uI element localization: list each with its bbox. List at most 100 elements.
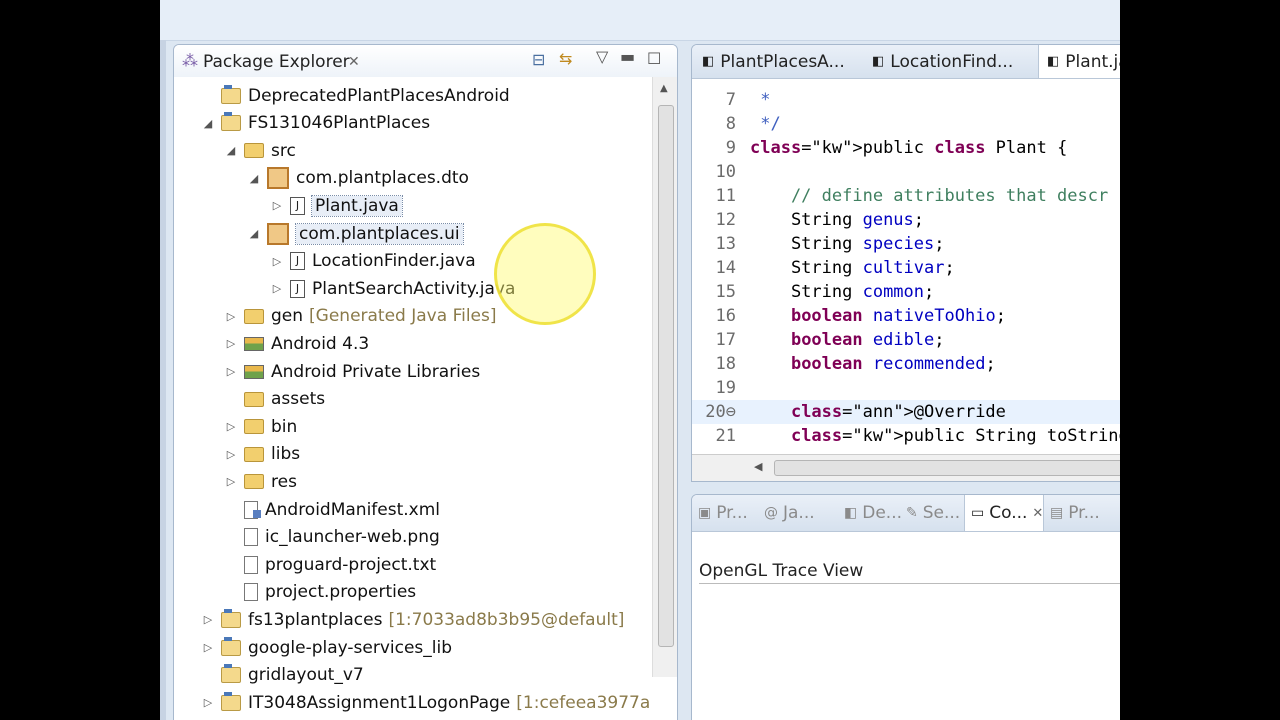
tree-item[interactable]: project.properties	[224, 579, 416, 606]
expand-twisty-icon[interactable]: ▷	[224, 475, 238, 488]
java-file-icon: J	[290, 252, 305, 271]
folder-icon	[244, 391, 264, 407]
tree-item[interactable]: ◢ src	[224, 137, 296, 164]
tree-item[interactable]: ▷ gen [Generated Java Files]	[224, 303, 497, 330]
tab-plantplacesactivity[interactable]: ◧ PlantPlacesA...	[692, 45, 862, 78]
java-file-icon: J	[290, 279, 305, 298]
scroll-up-icon[interactable]: ▲	[660, 83, 668, 94]
expand-twisty-icon[interactable]: ▷	[270, 255, 284, 268]
folder-icon	[244, 419, 264, 435]
expand-twisty-icon[interactable]: ▷	[270, 199, 284, 212]
expand-twisty-icon[interactable]: ▷	[270, 282, 284, 295]
tree-item[interactable]: ▷ IT3048Assignment1LogonPage [1:cefeea3977…	[201, 689, 652, 716]
bottom-tab[interactable]: ✎ Se...	[900, 495, 962, 531]
tree-vertical-scrollbar[interactable]: ▲	[652, 77, 677, 677]
tree-item[interactable]: gridlayout_v7	[201, 662, 364, 689]
code-line[interactable]: 12 String genus;	[692, 208, 925, 232]
editor-horizontal-scrollbar[interactable]: ◀	[692, 454, 1120, 481]
scrollbar-thumb[interactable]	[658, 105, 674, 647]
tree-item[interactable]: ◢ FS131046PlantPlaces	[201, 110, 430, 137]
expand-twisty-icon[interactable]: ▷	[224, 420, 238, 433]
tree-item[interactable]: AndroidManifest.xml	[224, 496, 440, 523]
bottom-tab[interactable]: @ Ja...	[758, 495, 820, 531]
package-icon	[267, 167, 289, 190]
close-icon[interactable]: ✕	[1032, 506, 1043, 521]
tab-plant-java[interactable]: ◧ Plant.ja	[1038, 45, 1120, 78]
bottom-tab[interactable]: ▭ Co... ✕	[964, 495, 1044, 531]
tree-item[interactable]: ▷ libs	[224, 441, 300, 468]
tree-item[interactable]: ▷ Android Private Libraries	[224, 358, 480, 385]
tree-item[interactable]: ▷ google-play-services_lib	[201, 634, 452, 661]
line-number: 17	[715, 330, 736, 350]
tree-item[interactable]: ▷ J LocationFinder.java	[270, 248, 476, 275]
code-text: class="kw">public String toString() {	[790, 426, 1120, 446]
code-line[interactable]: 18 boolean recommended;	[692, 352, 996, 376]
tree-item[interactable]: ▷ Android 4.3	[224, 330, 369, 357]
code-line[interactable]: 8 */	[692, 112, 781, 136]
expand-twisty-icon[interactable]: ▷	[201, 641, 215, 654]
line-number: 13	[715, 234, 736, 254]
tree-item[interactable]: ▷ J Plant.java	[270, 192, 403, 219]
close-icon[interactable]: ✕	[348, 54, 360, 70]
search-icon: ✎	[906, 505, 918, 521]
scrollbar-thumb[interactable]	[774, 460, 1120, 476]
bottom-tab[interactable]: ▤ Pr...	[1044, 495, 1106, 531]
code-line[interactable]: 10	[692, 160, 750, 184]
code-text: String genus;	[750, 210, 925, 230]
collapse-twisty-icon[interactable]: ◢	[247, 227, 261, 240]
code-line[interactable]: 20⊖ class="ann">@Override	[692, 400, 1120, 424]
view-menu-icon[interactable]: ▽	[596, 47, 608, 66]
expand-twisty-icon[interactable]: ▷	[224, 337, 238, 350]
expand-twisty-icon[interactable]: ▷	[224, 365, 238, 378]
package-explorer-tab[interactable]: ⁂ Package Explorer ✕ ⊟ ⇆ ▽ ▬ ☐	[174, 45, 677, 77]
code-line[interactable]: 19	[692, 376, 750, 400]
code-line[interactable]: 7 *	[692, 88, 771, 112]
expand-twisty-icon[interactable]: ▷	[201, 613, 215, 626]
tab-locationfinder[interactable]: ◧ LocationFind...	[866, 45, 1036, 78]
expand-twisty-icon[interactable]: ▷	[224, 448, 238, 461]
java-file-icon: ◧	[702, 54, 715, 69]
tree-item[interactable]: ▷ J PlantSearchActivity.java	[270, 275, 516, 302]
code-line[interactable]: 14 String cultivar;	[692, 256, 955, 280]
code-area[interactable]: 7 * 8 */9 class="kw">public class Plant {1…	[692, 78, 1120, 454]
editor-tab-bar: ◧ PlantPlacesA... ◧ LocationFind... ◧ Pl…	[692, 45, 1120, 79]
tree-item[interactable]: assets	[224, 386, 325, 413]
tree-item[interactable]: ◢ com.plantplaces.dto	[247, 165, 469, 192]
declaration-icon: ◧	[844, 505, 858, 521]
tree-item[interactable]: DeprecatedPlantPlacesAndroid	[201, 82, 510, 109]
expand-twisty-icon[interactable]: ▷	[201, 696, 215, 709]
collapse-twisty-icon[interactable]: ◢	[201, 117, 215, 130]
code-text: */	[750, 114, 781, 134]
link-with-editor-icon[interactable]: ⇆	[559, 49, 572, 68]
tree-item[interactable]: proguard-project.txt	[224, 551, 436, 578]
code-text: boolean edible;	[790, 330, 945, 350]
code-line[interactable]: 16 boolean nativeToOhio;	[692, 304, 1006, 328]
collapse-twisty-icon[interactable]: ◢	[224, 144, 238, 157]
collapse-all-icon[interactable]: ⊟	[532, 50, 545, 69]
tree-item[interactable]: ▷ res	[224, 468, 297, 495]
java-file-icon: J	[290, 196, 305, 215]
tree-item-label: libs	[271, 444, 301, 465]
code-line[interactable]: 17 boolean edible;	[692, 328, 945, 352]
project-tree: DeprecatedPlantPlacesAndroid ◢ FS131046Pla…	[174, 77, 652, 720]
scroll-left-icon[interactable]: ◀	[754, 460, 762, 473]
bottom-tab[interactable]: ◧ De...	[838, 495, 902, 531]
code-line[interactable]: 9 class="kw">public class Plant {	[692, 136, 1068, 160]
code-line[interactable]: 13 String species;	[692, 232, 945, 256]
tree-item[interactable]: ▷ fs13plantplaces [1:7033ad8b3b95@default]	[201, 606, 624, 633]
minimize-icon[interactable]: ▬	[620, 47, 635, 66]
tree-item[interactable]: ic_launcher-web.png	[224, 524, 440, 551]
tree-item-label: assets	[271, 389, 326, 410]
maximize-icon[interactable]: ☐	[647, 49, 661, 68]
tree-item[interactable]: ◢ com.plantplaces.ui	[247, 220, 464, 247]
code-line[interactable]: 11 // define attributes that descr	[692, 184, 1109, 208]
line-number: 18	[715, 354, 736, 374]
tree-item-label: Android 4.3	[271, 333, 370, 354]
collapse-twisty-icon[interactable]: ◢	[247, 172, 261, 185]
expand-twisty-icon[interactable]: ▷	[224, 310, 238, 323]
code-line[interactable]: 21 class="kw">public String toString() {	[692, 424, 1120, 448]
bottom-tab[interactable]: ▣ Pr...	[692, 495, 754, 531]
tree-item[interactable]: ▷ bin	[224, 413, 298, 440]
window-left-edge	[160, 40, 166, 720]
code-line[interactable]: 15 String common;	[692, 280, 935, 304]
